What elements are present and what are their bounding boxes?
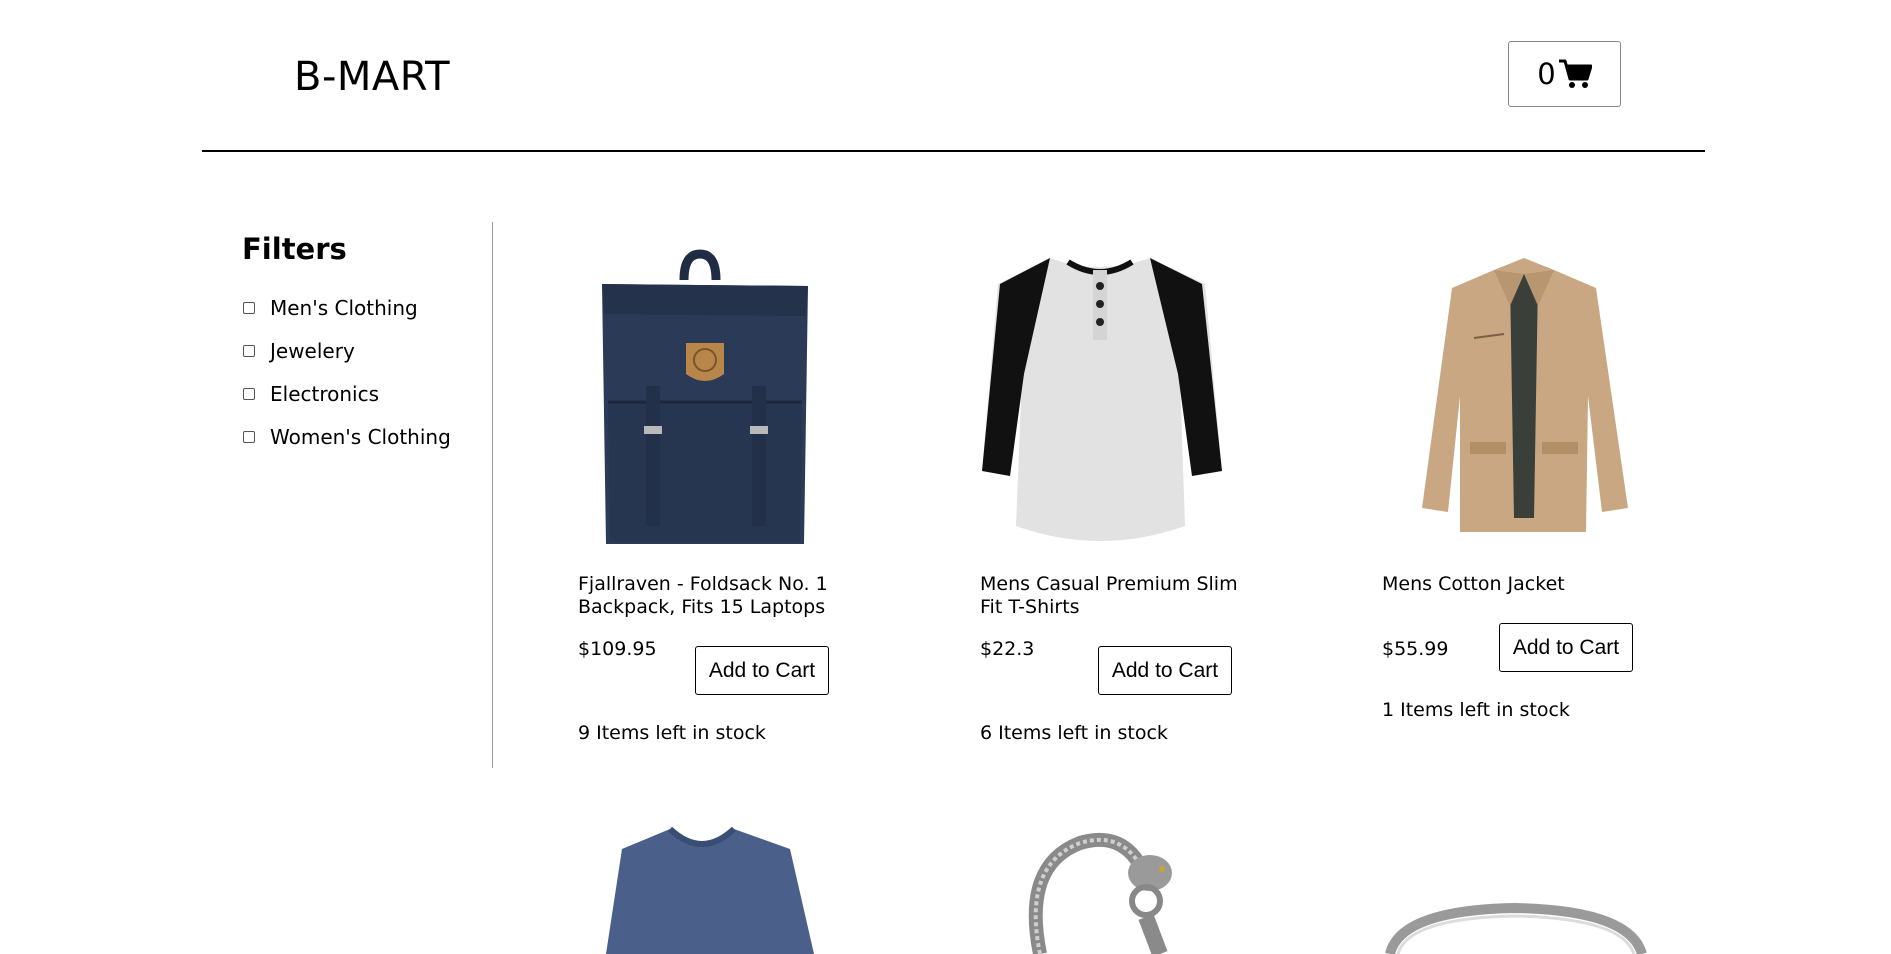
product-image-ring[interactable] [1380, 900, 1650, 954]
product-title[interactable]: Mens Casual Premium Slim Fit T-Shirts [980, 573, 1250, 619]
shopping-cart-icon [1558, 59, 1592, 88]
stock-status: 9 Items left in stock [578, 722, 766, 744]
filters-sidebar: Filters Men's Clothing Jewelery Electron… [242, 222, 493, 768]
filter-label: Women's Clothing [270, 425, 451, 449]
header: B-MART 0 [202, 0, 1705, 152]
add-to-cart-button[interactable]: Add to Cart [1098, 646, 1232, 695]
product-price: $109.95 [578, 638, 657, 660]
product-price: $22.3 [980, 638, 1035, 660]
stock-status: 1 Items left in stock [1382, 699, 1570, 721]
filters-title: Filters [242, 232, 347, 266]
filter-checkbox[interactable] [243, 345, 255, 357]
product-image-backpack[interactable] [578, 246, 878, 556]
add-to-cart-button[interactable]: Add to Cart [695, 646, 829, 695]
filter-womens-clothing[interactable]: Women's Clothing [242, 423, 451, 451]
cart-count: 0 [1537, 57, 1556, 91]
product-image-tshirt[interactable] [980, 246, 1280, 556]
filter-checkbox[interactable] [243, 302, 255, 314]
filter-electronics[interactable]: Electronics [242, 380, 379, 408]
stock-status: 6 Items left in stock [980, 722, 1168, 744]
filter-checkbox[interactable] [243, 431, 255, 443]
filter-label: Men's Clothing [270, 296, 418, 320]
product-image-bracelet[interactable] [1010, 825, 1200, 954]
filter-mens-clothing[interactable]: Men's Clothing [242, 294, 418, 322]
add-to-cart-button[interactable]: Add to Cart [1499, 623, 1633, 672]
cart-button[interactable]: 0 [1508, 41, 1621, 107]
product-image-jacket[interactable] [1382, 246, 1682, 556]
product-title[interactable]: Fjallraven - Foldsack No. 1 Backpack, Fi… [578, 573, 848, 619]
filter-label: Electronics [270, 382, 380, 406]
product-title[interactable]: Mens Cotton Jacket [1382, 573, 1652, 596]
product-price: $55.99 [1382, 638, 1449, 660]
filter-label: Jewelery [270, 339, 355, 363]
filter-jewelery[interactable]: Jewelery [242, 337, 355, 365]
product-image-sweater[interactable] [600, 825, 830, 954]
filter-checkbox[interactable] [243, 388, 255, 400]
page: B-MART 0 Filters Men's Clothing Jewelery… [0, 0, 1891, 954]
site-logo[interactable]: B-MART [294, 54, 450, 100]
